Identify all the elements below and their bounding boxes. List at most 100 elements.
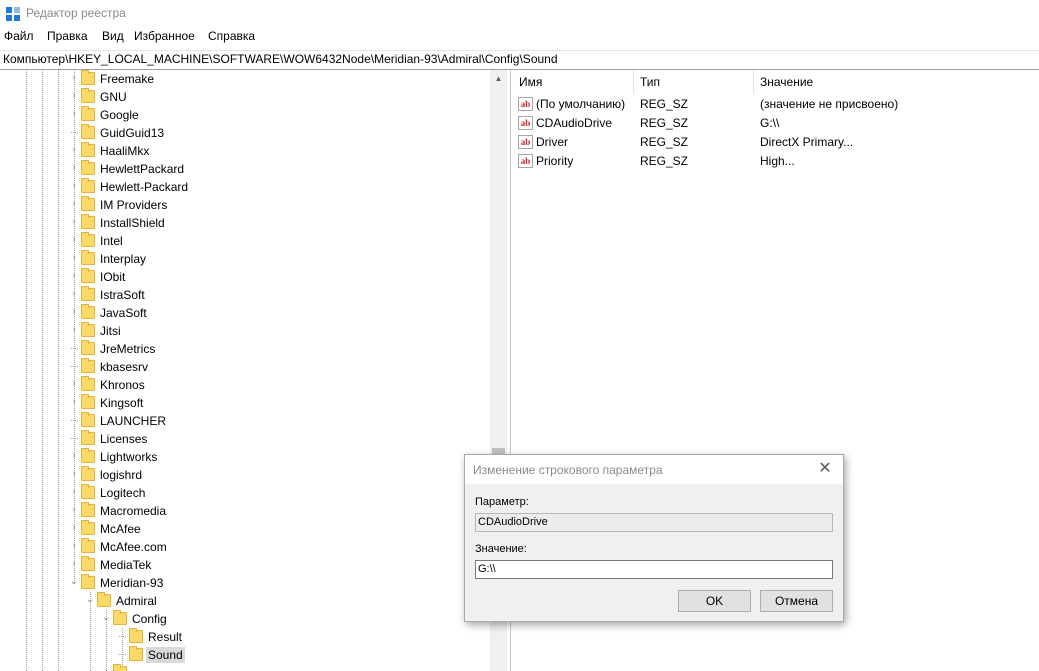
value-data: (значение не присвоено)	[760, 97, 899, 111]
folder-icon	[81, 214, 95, 229]
value-name: (По умолчанию)	[536, 97, 626, 111]
menu-favorites[interactable]: Избранное	[134, 29, 195, 43]
chevron-right-icon[interactable]: ›	[68, 557, 80, 571]
dialog-title-bar[interactable]: Изменение строкового параметра ✕	[465, 455, 843, 484]
scroll-up-arrow-icon[interactable]: ▲	[490, 70, 507, 87]
folder-icon	[81, 286, 95, 301]
folder-icon	[81, 574, 95, 589]
folder-icon	[81, 412, 95, 427]
cancel-button[interactable]: Отмена	[760, 590, 833, 612]
list-row[interactable]: ab Priority REG_SZ High...	[513, 152, 1039, 171]
chevron-right-icon[interactable]: ›	[68, 233, 80, 247]
chevron-right-icon[interactable]: ›	[100, 665, 112, 671]
folder-icon	[81, 466, 95, 481]
chevron-right-icon[interactable]: ›	[68, 179, 80, 193]
folder-icon	[81, 448, 95, 463]
folder-open-icon	[129, 646, 143, 661]
list-row[interactable]: ab (По умолчанию) REG_SZ (значение не пр…	[513, 95, 1039, 114]
list-row[interactable]: ab CDAudioDrive REG_SZ G:\\	[513, 114, 1039, 133]
value-name: Driver	[536, 135, 568, 149]
menu-view[interactable]: Вид	[102, 29, 124, 43]
menu-edit[interactable]: Правка	[47, 29, 88, 43]
folder-icon	[81, 430, 95, 445]
registry-editor-icon	[6, 7, 20, 21]
window-title: Редактор реестра	[26, 6, 126, 20]
folder-icon	[81, 268, 95, 283]
column-header-name[interactable]: Имя	[513, 70, 633, 94]
chevron-right-icon[interactable]: ›	[68, 521, 80, 535]
close-icon[interactable]: ✕	[815, 460, 835, 478]
chevron-right-icon[interactable]: ›	[68, 395, 80, 409]
chevron-right-icon[interactable]: ›	[68, 197, 80, 211]
string-value-icon: ab	[518, 97, 533, 111]
chevron-right-icon[interactable]: ›	[68, 377, 80, 391]
string-value-icon: ab	[518, 116, 533, 130]
chevron-right-icon[interactable]: ›	[68, 449, 80, 463]
value-type: REG_SZ	[640, 154, 689, 168]
column-header-type[interactable]: Тип	[634, 70, 754, 94]
chevron-right-icon[interactable]: ›	[68, 323, 80, 337]
chevron-right-icon[interactable]: ›	[68, 107, 80, 121]
value-name: Priority	[536, 154, 574, 168]
string-value-icon: ab	[518, 154, 533, 168]
folder-icon	[81, 538, 95, 553]
tree-pane[interactable]: › Freemake › GNU › Google GuidGuid13 › Haali…	[0, 70, 490, 671]
param-label: Параметр:	[475, 496, 529, 508]
chevron-right-icon[interactable]: ›	[68, 503, 80, 517]
chevron-down-icon[interactable]: ⌄	[84, 593, 96, 607]
dialog-title: Изменение строкового параметра	[473, 463, 663, 477]
folder-icon	[81, 394, 95, 409]
menu-help[interactable]: Справка	[208, 29, 255, 43]
value-name: CDAudioDrive	[536, 116, 613, 130]
folder-icon	[81, 304, 95, 319]
chevron-right-icon[interactable]: ›	[68, 305, 80, 319]
folder-icon	[81, 232, 95, 247]
edit-string-dialog: Изменение строкового параметра ✕ Парамет…	[464, 454, 844, 622]
folder-icon	[81, 502, 95, 517]
folder-icon	[113, 664, 127, 671]
folder-icon	[81, 160, 95, 175]
folder-icon	[81, 484, 95, 499]
list-row[interactable]: ab Driver REG_SZ DirectX Primary...	[513, 133, 1039, 152]
address-path[interactable]: Компьютер\HKEY_LOCAL_MACHINE\SOFTWARE\WO…	[3, 52, 558, 66]
chevron-right-icon[interactable]: ›	[68, 287, 80, 301]
folder-icon	[81, 376, 95, 391]
chevron-right-icon[interactable]: ›	[68, 89, 80, 103]
chevron-right-icon[interactable]: ›	[68, 269, 80, 283]
value-type: REG_SZ	[640, 116, 689, 130]
ok-button[interactable]: OK	[678, 590, 751, 612]
chevron-right-icon[interactable]: ›	[68, 539, 80, 553]
folder-icon	[81, 556, 95, 571]
string-value-icon: ab	[518, 135, 533, 149]
folder-icon	[81, 142, 95, 157]
chevron-right-icon[interactable]: ›	[68, 215, 80, 229]
chevron-down-icon[interactable]: ⌄	[100, 611, 112, 625]
folder-icon	[81, 340, 95, 355]
title-bar: Редактор реестра	[0, 0, 1039, 27]
folder-icon	[81, 520, 95, 535]
value-input[interactable]: G:\\	[475, 560, 833, 579]
column-header-value[interactable]: Значение	[754, 70, 1034, 94]
chevron-right-icon[interactable]: ›	[68, 251, 80, 265]
chevron-down-icon[interactable]: ⌄	[68, 575, 80, 589]
address-bar[interactable]: Компьютер\HKEY_LOCAL_MACHINE\SOFTWARE\WO…	[0, 50, 1039, 70]
chevron-right-icon[interactable]: ›	[68, 71, 80, 85]
folder-icon	[81, 358, 95, 373]
value-data: DirectX Primary...	[760, 135, 854, 149]
value-label: Значение:	[475, 543, 527, 555]
menu-file[interactable]: Файл	[4, 29, 34, 43]
folder-icon	[81, 106, 95, 121]
chevron-right-icon[interactable]: ›	[68, 161, 80, 175]
chevron-right-icon[interactable]: ›	[68, 485, 80, 499]
value-type: REG_SZ	[640, 97, 689, 111]
folder-icon	[81, 196, 95, 211]
value-data: High...	[760, 154, 795, 168]
folder-icon	[81, 322, 95, 337]
chevron-right-icon[interactable]: ›	[68, 143, 80, 157]
folder-icon	[81, 250, 95, 265]
chevron-right-icon[interactable]: ›	[68, 467, 80, 481]
folder-icon	[81, 124, 95, 139]
folder-icon	[81, 88, 95, 103]
folder-icon	[81, 178, 95, 193]
folder-icon	[97, 592, 111, 607]
